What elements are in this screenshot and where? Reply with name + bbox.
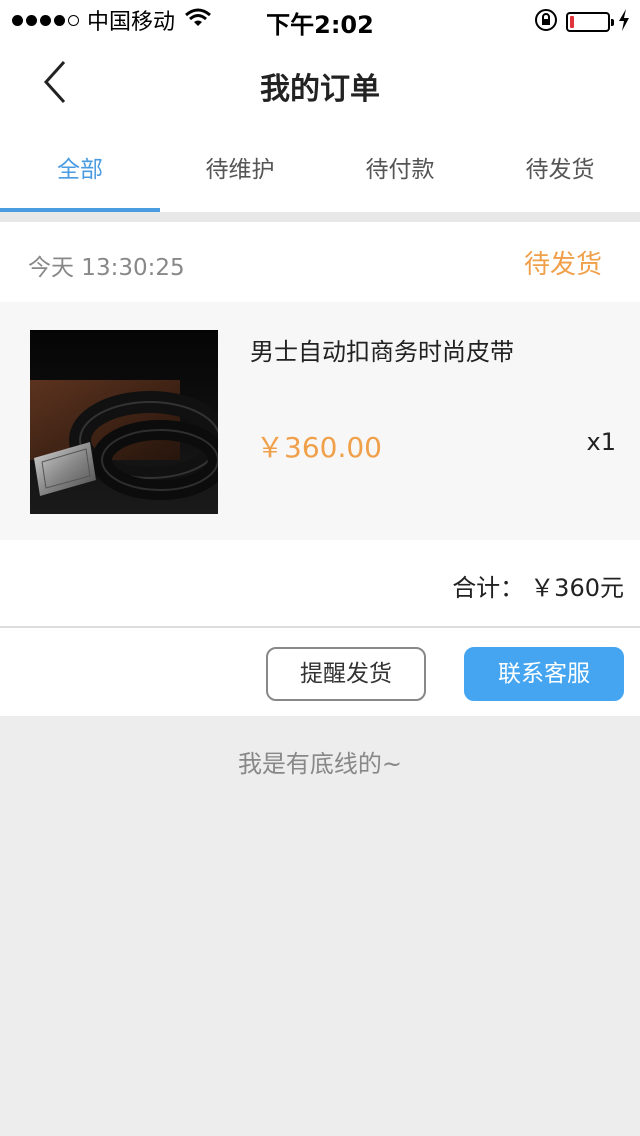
order-header: 今天 13:30:25 待发货 bbox=[0, 222, 640, 302]
battery-icon bbox=[566, 12, 614, 32]
total-label: 合计： bbox=[452, 574, 525, 602]
charging-icon bbox=[618, 9, 630, 35]
tab-label: 待维护 bbox=[205, 157, 275, 183]
section-divider bbox=[0, 212, 640, 222]
tab-all[interactable]: 全部 bbox=[0, 128, 160, 212]
page-title: 我的订单 bbox=[260, 72, 380, 107]
tab-pending-shipment[interactable]: 待发货 bbox=[480, 128, 640, 212]
end-of-list-text: 我是有底线的~ bbox=[237, 750, 403, 778]
product-name[interactable]: 男士自动扣商务时尚皮带 bbox=[250, 332, 514, 367]
navigation-bar: 我的订单 bbox=[0, 40, 640, 128]
status-bar-right bbox=[534, 8, 630, 36]
status-bar: 中国移动 下午2:02 bbox=[0, 0, 640, 40]
order-status: 待发货 bbox=[523, 250, 602, 280]
product-quantity: x1 bbox=[586, 428, 616, 456]
order-product-item[interactable]: 男士自动扣商务时尚皮带 ￥360.00 x1 bbox=[0, 302, 640, 540]
belt-product-image bbox=[30, 330, 218, 514]
battery-level bbox=[570, 16, 574, 28]
back-button[interactable] bbox=[30, 58, 80, 110]
tab-label: 待发货 bbox=[525, 157, 595, 183]
chevron-left-icon bbox=[42, 60, 68, 108]
tab-pending-maintenance[interactable]: 待维护 bbox=[160, 128, 320, 212]
total-value: ￥360元 bbox=[530, 574, 624, 602]
orientation-lock-icon bbox=[534, 8, 558, 36]
product-image[interactable] bbox=[30, 330, 218, 514]
order-actions: 提醒发货 联系客服 bbox=[0, 628, 640, 716]
contact-service-button[interactable]: 联系客服 bbox=[464, 647, 624, 701]
product-price: ￥360.00 bbox=[256, 431, 382, 464]
remind-shipment-button[interactable]: 提醒发货 bbox=[266, 647, 426, 701]
tab-pending-payment[interactable]: 待付款 bbox=[320, 128, 480, 212]
tab-label: 全部 bbox=[57, 157, 103, 183]
tab-label: 待付款 bbox=[365, 157, 435, 183]
order-total: 合计： ￥360元 bbox=[452, 568, 624, 603]
order-time: 今天 13:30:25 bbox=[28, 255, 185, 281]
order-total-row: 合计： ￥360元 bbox=[0, 540, 640, 628]
order-tabs: 全部 待维护 待付款 待发货 bbox=[0, 128, 640, 212]
